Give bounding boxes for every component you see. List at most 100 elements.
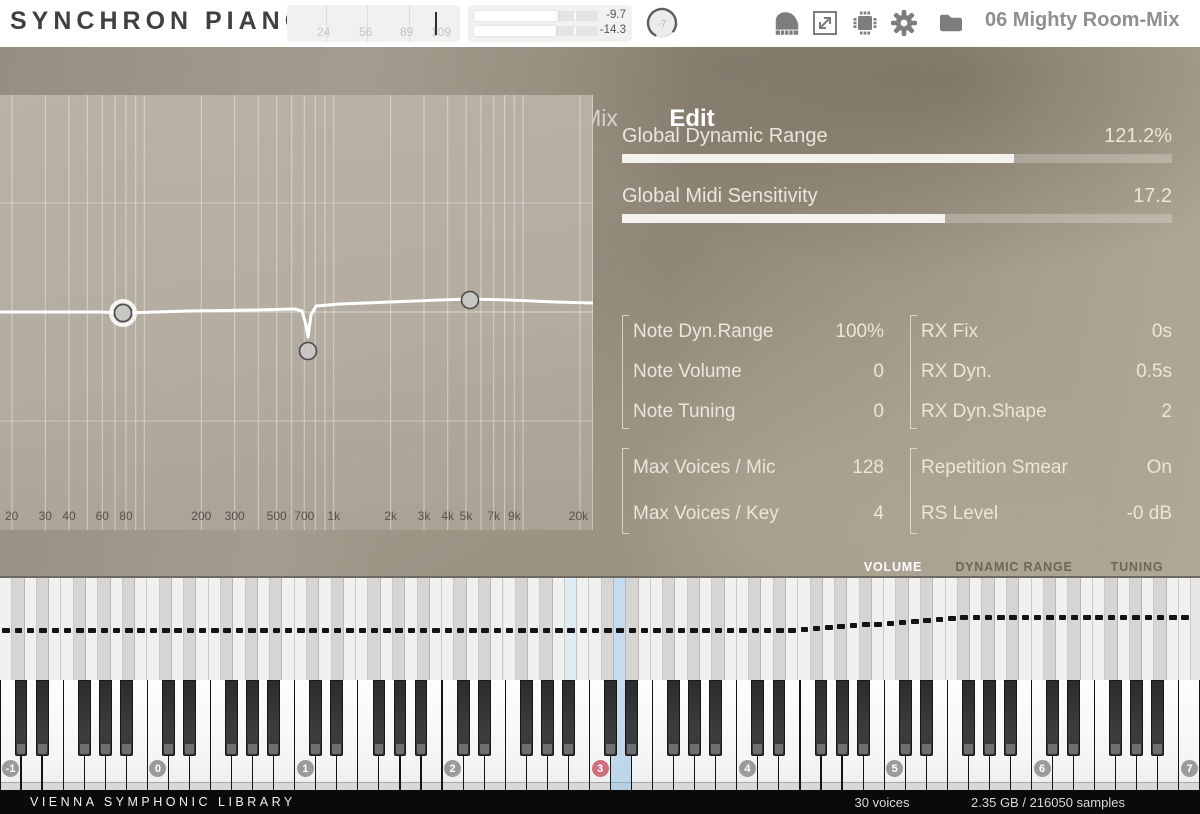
strip-column[interactable] <box>1093 578 1105 680</box>
strip-column[interactable] <box>393 578 405 680</box>
strip-column[interactable] <box>0 578 12 680</box>
key-volume-dash[interactable] <box>457 628 465 633</box>
black-key[interactable] <box>15 680 28 756</box>
strip-column[interactable] <box>602 578 614 680</box>
key-volume-dash[interactable] <box>973 615 981 620</box>
strip-column[interactable] <box>442 578 454 680</box>
preset-name[interactable]: 06 Mighty Room-Mix <box>985 9 1179 32</box>
key-volume-dash[interactable] <box>469 628 477 633</box>
black-key[interactable] <box>330 680 343 756</box>
black-key[interactable] <box>267 680 280 756</box>
key-volume-dash[interactable] <box>604 628 612 633</box>
chip-icon[interactable] <box>851 9 879 42</box>
keymode-tab-dynamic-range[interactable]: DYNAMIC RANGE <box>955 560 1072 574</box>
strip-column[interactable] <box>25 578 37 680</box>
strip-column[interactable] <box>995 578 1007 680</box>
key-volume-dash[interactable] <box>273 628 281 633</box>
key-volume-dash[interactable] <box>125 628 133 633</box>
resize-icon[interactable] <box>812 10 838 41</box>
key-volume-dash[interactable] <box>530 628 538 633</box>
key-volume-dash[interactable] <box>641 628 649 633</box>
black-key[interactable] <box>520 680 533 756</box>
per-note-volume-strip[interactable] <box>0 578 1200 680</box>
key-volume-dash[interactable] <box>248 628 256 633</box>
param-row[interactable]: RX Fix 0s <box>910 312 1172 352</box>
key-volume-dash[interactable] <box>150 628 158 633</box>
strip-column[interactable] <box>811 578 823 680</box>
strip-column[interactable] <box>196 578 208 680</box>
black-key[interactable] <box>562 680 575 756</box>
black-key[interactable] <box>604 680 617 756</box>
param-row[interactable]: Max Voices / Mic 128 <box>622 445 884 491</box>
master-volume-knob[interactable]: -7 <box>644 5 680 41</box>
strip-column[interactable] <box>418 578 430 680</box>
folder-icon[interactable] <box>937 9 965 42</box>
key-volume-dash[interactable] <box>481 628 489 633</box>
key-volume-dash[interactable] <box>309 628 317 633</box>
key-volume-dash[interactable] <box>322 628 330 633</box>
strip-column[interactable] <box>675 578 687 680</box>
black-key[interactable] <box>541 680 554 756</box>
key-volume-dash[interactable] <box>101 628 109 633</box>
strip-column[interactable] <box>909 578 921 680</box>
black-key[interactable] <box>709 680 722 756</box>
key-volume-dash[interactable] <box>727 628 735 633</box>
key-volume-dash[interactable] <box>948 616 956 621</box>
velocity-meter[interactable]: 24 56 89 109 <box>287 5 460 42</box>
key-volume-dash[interactable] <box>825 625 833 630</box>
param-row[interactable]: Repetition Smear On <box>910 445 1172 491</box>
key-volume-dash[interactable] <box>371 628 379 633</box>
strip-column[interactable] <box>344 578 356 680</box>
param-row[interactable]: Note Volume 0 <box>622 352 884 392</box>
key-volume-dash[interactable] <box>739 628 747 633</box>
key-volume-dash[interactable] <box>850 623 858 628</box>
key-volume-dash[interactable] <box>285 628 293 633</box>
strip-column[interactable] <box>1130 578 1142 680</box>
key-volume-dash[interactable] <box>420 628 428 633</box>
key-volume-dash[interactable] <box>162 628 170 633</box>
key-volume-dash[interactable] <box>567 628 575 633</box>
piano-keyboard[interactable]: -101234567 <box>0 680 1200 790</box>
strip-column[interactable] <box>761 578 773 680</box>
key-volume-dash[interactable] <box>494 628 502 633</box>
key-volume-dash[interactable] <box>616 628 624 633</box>
black-key[interactable] <box>1109 680 1122 756</box>
key-volume-dash[interactable] <box>1169 615 1177 620</box>
key-volume-dash[interactable] <box>1108 615 1116 620</box>
key-volume-dash[interactable] <box>1059 615 1067 620</box>
strip-column[interactable] <box>160 578 172 680</box>
key-volume-dash[interactable] <box>678 628 686 633</box>
black-key[interactable] <box>373 680 386 756</box>
key-volume-dash[interactable] <box>776 628 784 633</box>
strip-column[interactable] <box>884 578 896 680</box>
key-volume-dash[interactable] <box>113 628 121 633</box>
key-volume-dash[interactable] <box>211 628 219 633</box>
strip-column[interactable] <box>147 578 159 680</box>
param-row[interactable]: RS Level -0 dB <box>910 491 1172 537</box>
key-volume-dash[interactable] <box>690 628 698 633</box>
strip-column[interactable] <box>565 578 577 680</box>
strip-column[interactable] <box>246 578 258 680</box>
strip-column[interactable] <box>233 578 245 680</box>
key-volume-dash[interactable] <box>887 621 895 626</box>
black-key[interactable] <box>688 680 701 756</box>
strip-column[interactable] <box>589 578 601 680</box>
gear-icon[interactable] <box>889 8 919 43</box>
key-volume-dash[interactable] <box>1022 615 1030 620</box>
key-volume-dash[interactable] <box>1157 615 1165 620</box>
key-volume-dash[interactable] <box>1132 615 1140 620</box>
strip-column[interactable] <box>74 578 86 680</box>
black-key[interactable] <box>1151 680 1164 756</box>
strip-column[interactable] <box>282 578 294 680</box>
black-key[interactable] <box>625 680 638 756</box>
strip-column[interactable] <box>12 578 24 680</box>
strip-column[interactable] <box>933 578 945 680</box>
strip-column[interactable] <box>1105 578 1117 680</box>
strip-column[interactable] <box>516 578 528 680</box>
output-slider-2[interactable] <box>474 26 598 36</box>
key-volume-dash[interactable] <box>1181 615 1189 620</box>
strip-column[interactable] <box>430 578 442 680</box>
strip-column[interactable] <box>553 578 565 680</box>
key-volume-dash[interactable] <box>580 628 588 633</box>
strip-column[interactable] <box>712 578 724 680</box>
